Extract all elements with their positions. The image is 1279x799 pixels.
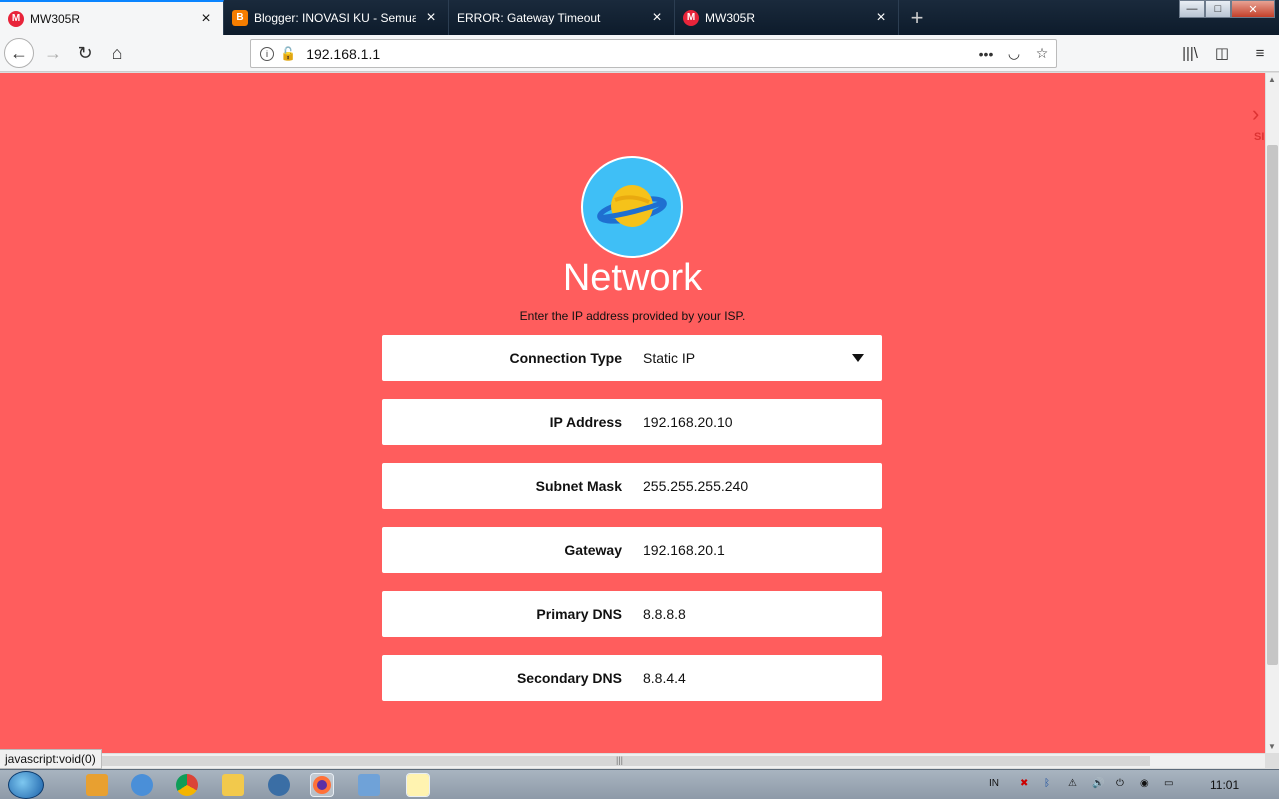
firefox-glyph-icon	[313, 776, 331, 794]
power-icon[interactable]: ⏻	[1116, 778, 1124, 789]
ip-address-field[interactable]: IP Address 192.168.20.10	[382, 399, 882, 445]
page-title: Network	[562, 257, 703, 299]
mercusys-favicon-icon: M	[8, 10, 24, 27]
sidebar-icon[interactable]: ◫	[1207, 38, 1237, 68]
tab-gateway-timeout[interactable]: ERROR: Gateway Timeout ×	[449, 0, 675, 35]
scroll-grip-icon: |||	[616, 755, 624, 765]
insecure-lock-icon[interactable]: 🔓	[280, 46, 296, 62]
network-error-icon[interactable]: ✖	[1020, 778, 1028, 789]
scroll-down-icon[interactable]: ▼	[1268, 742, 1276, 751]
library-icon[interactable]: |||\	[1175, 38, 1205, 68]
warning-icon[interactable]: ⚠	[1068, 778, 1077, 789]
pocket-icon[interactable]: ◡	[1000, 45, 1028, 62]
close-icon[interactable]: ×	[872, 9, 890, 27]
file-explorer-icon[interactable]	[222, 774, 244, 796]
forward-arrow-icon[interactable]: →	[38, 38, 68, 68]
chrome-icon[interactable]	[176, 774, 198, 796]
network-app-icon[interactable]	[268, 774, 290, 796]
blogger-favicon-icon: B	[232, 9, 248, 26]
chrome-canary-icon[interactable]	[131, 774, 153, 796]
tab-label: MW305R	[30, 11, 81, 26]
tab-strip: M MW305R × B Blogger: INOVASI KU - Semua…	[0, 0, 1279, 35]
status-bar: javascript:void(0)	[0, 749, 102, 769]
info-icon[interactable]: i	[260, 46, 274, 61]
tab-mw305r-active[interactable]: M MW305R ×	[0, 0, 224, 35]
field-value[interactable]: 192.168.20.1	[643, 527, 725, 573]
secondary-dns-field[interactable]: Secondary DNS 8.8.4.4	[382, 655, 882, 701]
close-icon[interactable]: ×	[648, 9, 666, 27]
tab-blogger[interactable]: B Blogger: INOVASI KU - Semua p ×	[224, 0, 449, 35]
field-label: Connection Type	[509, 350, 622, 366]
dropdown-caret-icon[interactable]	[852, 354, 864, 362]
scroll-up-icon[interactable]: ▲	[1268, 75, 1276, 84]
window-controls: — □ ✕	[1179, 0, 1275, 18]
vertical-scroll-thumb[interactable]	[1267, 145, 1278, 665]
navigation-toolbar: ← → ↻ ⌂ i 🔓 192.168.1.1 ••• ◡ ☆ |||\ ◫ ≡	[0, 35, 1279, 72]
close-window-button[interactable]: ✕	[1231, 0, 1275, 18]
display-icon[interactable]: ▭	[1164, 778, 1173, 789]
page-content: › SI Network Enter the IP address provid…	[0, 73, 1265, 753]
menu-icon[interactable]: ≡	[1245, 38, 1275, 68]
notepad-icon[interactable]	[406, 773, 430, 797]
chevron-right-icon[interactable]: ›	[1252, 101, 1259, 127]
windows-taskbar: IN ✖ ᛒ ⚠ 🔊 ⏻ ◉ ▭ 11:01	[0, 769, 1279, 799]
disc-icon[interactable]: ◉	[1140, 778, 1149, 789]
language-indicator[interactable]: IN	[989, 778, 999, 789]
field-value[interactable]: Static IP	[643, 335, 695, 381]
vertical-scrollbar[interactable]: ▲ ▼	[1265, 73, 1279, 753]
reload-icon[interactable]: ↻	[70, 38, 100, 68]
tab-label: ERROR: Gateway Timeout	[457, 10, 601, 25]
firefox-icon[interactable]	[310, 773, 334, 797]
close-icon[interactable]: ×	[422, 9, 440, 27]
home-icon[interactable]: ⌂	[102, 38, 132, 68]
media-player-icon[interactable]	[86, 774, 108, 796]
side-label[interactable]: SI	[1254, 131, 1264, 143]
close-icon[interactable]: ×	[197, 10, 215, 28]
planet-logo-icon	[581, 156, 683, 258]
bookmark-star-icon[interactable]: ☆	[1028, 45, 1056, 62]
minimize-button[interactable]: —	[1179, 0, 1205, 18]
field-label: Subnet Mask	[535, 478, 622, 494]
subnet-mask-field[interactable]: Subnet Mask 255.255.255.240	[382, 463, 882, 509]
start-button-windows-icon[interactable]	[8, 771, 44, 799]
new-tab-plus-icon[interactable]: +	[899, 0, 935, 35]
horizontal-scrollbar[interactable]: |||	[0, 753, 1265, 768]
field-value[interactable]: 8.8.4.4	[643, 655, 686, 701]
tab-mw305r[interactable]: M MW305R ×	[675, 0, 899, 35]
field-value[interactable]: 8.8.8.8	[643, 591, 686, 637]
field-label: IP Address	[549, 414, 622, 430]
field-label: Gateway	[564, 542, 622, 558]
page-subtitle: Enter the IP address provided by your IS…	[519, 309, 746, 323]
field-label: Secondary DNS	[516, 670, 622, 686]
field-value[interactable]: 192.168.20.10	[643, 399, 733, 445]
back-arrow-icon[interactable]: ←	[4, 38, 34, 68]
url-text[interactable]: 192.168.1.1	[306, 46, 972, 62]
field-value[interactable]: 255.255.255.240	[643, 463, 748, 509]
screen: { "tabs": [ {"label": "MW305R", "favicon…	[0, 0, 1279, 799]
planet-icon	[597, 185, 667, 227]
remote-desktop-icon[interactable]	[358, 774, 380, 796]
maximize-button[interactable]: □	[1205, 0, 1231, 18]
address-bar[interactable]: i 🔓 192.168.1.1 ••• ◡ ☆	[250, 39, 1057, 68]
gateway-field[interactable]: Gateway 192.168.20.1	[382, 527, 882, 573]
field-label: Primary DNS	[536, 606, 622, 622]
tab-label: MW305R	[705, 10, 756, 25]
connection-type-select[interactable]: Connection Type Static IP	[382, 335, 882, 381]
volume-icon[interactable]: 🔊	[1092, 778, 1104, 789]
bluetooth-icon[interactable]: ᛒ	[1044, 778, 1050, 789]
tab-label: Blogger: INOVASI KU - Semua p	[254, 10, 416, 25]
taskbar-clock[interactable]: 11:01	[1210, 778, 1239, 792]
mercusys-favicon-icon: M	[683, 9, 699, 26]
page-actions-icon[interactable]: •••	[972, 46, 1000, 62]
primary-dns-field[interactable]: Primary DNS 8.8.8.8	[382, 591, 882, 637]
